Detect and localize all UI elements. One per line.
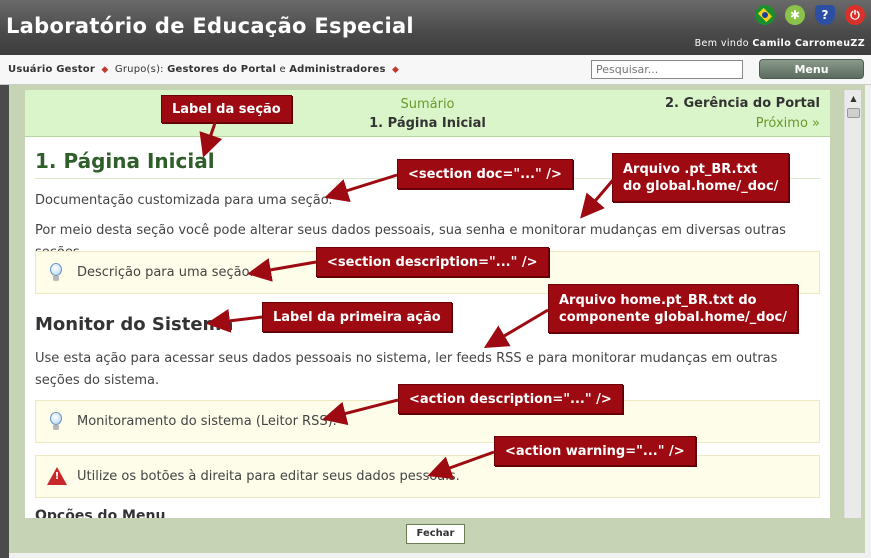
groups-conj: e — [279, 64, 286, 75]
scroll-up-icon[interactable]: ▲ — [847, 92, 860, 105]
diamond-separator-icon: ◆ — [392, 65, 400, 75]
welcome-prefix: Bem vindo — [694, 38, 749, 49]
current-section: 1. Página Inicial — [369, 116, 486, 131]
search-input[interactable] — [591, 60, 743, 79]
section-title: 1. Página Inicial — [35, 149, 215, 173]
callout-section-doc: <section doc="..." /> — [397, 159, 573, 189]
action-warning-text: Utilize os botões à direita para editar … — [77, 469, 460, 484]
callout-arquivo-action: Arquivo home.pt_BR.txt do componente glo… — [548, 284, 798, 333]
action-warning-box: ! Utilize os botões à direita para edita… — [35, 455, 820, 498]
group-gestores: Gestores do Portal — [167, 64, 277, 75]
callout-arquivo-line1: Arquivo .pt_BR.txt — [623, 161, 758, 177]
scroll-thumb[interactable] — [847, 108, 860, 118]
section-description-text: Descrição para uma seção. — [77, 265, 254, 280]
lightbulb-icon — [49, 263, 63, 283]
lightbulb-icon — [49, 412, 63, 432]
callout-arquivo-section: Arquivo .pt_BR.txt do global.home/_doc/ — [612, 153, 790, 202]
user-groups-breadcrumb: Usuário Gestor ◆ Grupo(s): Gestores do P… — [8, 64, 402, 75]
callout-arquivo2-line1: Arquivo home.pt_BR.txt do — [559, 292, 757, 308]
group-administradores: Administradores — [289, 64, 386, 75]
callout-action-warning: <action warning="..." /> — [494, 436, 696, 466]
app-title: Laboratório de Educação Especial — [6, 14, 414, 38]
left-edge — [0, 85, 9, 558]
vertical-scrollbar[interactable]: ▲ ▼ — [844, 90, 861, 553]
next-section-title: 2. Gerência do Portal — [664, 96, 820, 111]
callout-label-acao: Label da primeira ação — [262, 302, 452, 332]
tools-icon[interactable]: ✱ — [785, 5, 805, 25]
sub-header: Usuário Gestor ◆ Grupo(s): Gestores do P… — [0, 55, 871, 85]
callout-arquivo-line2: do global.home/_doc/ — [623, 178, 779, 194]
action-title: Monitor do Sistema — [35, 314, 234, 335]
warning-icon: ! — [47, 467, 67, 485]
callout-action-description: <action description="..." /> — [398, 384, 623, 414]
action-description-text: Monitoramento do sistema (Leitor RSS). — [77, 414, 337, 429]
top-header: Laboratório de Educação Especial ✱ ? ⏻ B… — [0, 0, 871, 55]
next-link[interactable]: Próximo » — [756, 116, 820, 131]
user-name: Camilo CarromeuZZ — [752, 38, 865, 49]
brazil-flag-icon[interactable] — [755, 5, 775, 25]
menu-button[interactable]: Menu — [759, 59, 864, 79]
callout-label-secao: Label da seção — [161, 95, 292, 123]
close-button[interactable]: Fechar — [406, 524, 465, 544]
help-nav-header: Sumário 1. Página Inicial 2. Gerência do… — [25, 90, 830, 137]
menu-options-title: Opções do Menu — [35, 508, 166, 518]
callout-section-description: <section description="..." /> — [316, 247, 549, 277]
callout-arquivo2-line2: componente global.home/_doc/ — [559, 309, 787, 325]
help-shield-icon[interactable]: ? — [815, 5, 835, 25]
groups-label: Grupo(s): — [114, 64, 164, 75]
user-profile: Usuário Gestor — [8, 64, 95, 75]
power-icon[interactable]: ⏻ — [845, 5, 865, 25]
header-icons: ✱ ? ⏻ — [755, 5, 865, 25]
diamond-separator-icon: ◆ — [101, 65, 109, 75]
welcome-text: Bem vindo Camilo CarromeuZZ — [695, 38, 865, 49]
